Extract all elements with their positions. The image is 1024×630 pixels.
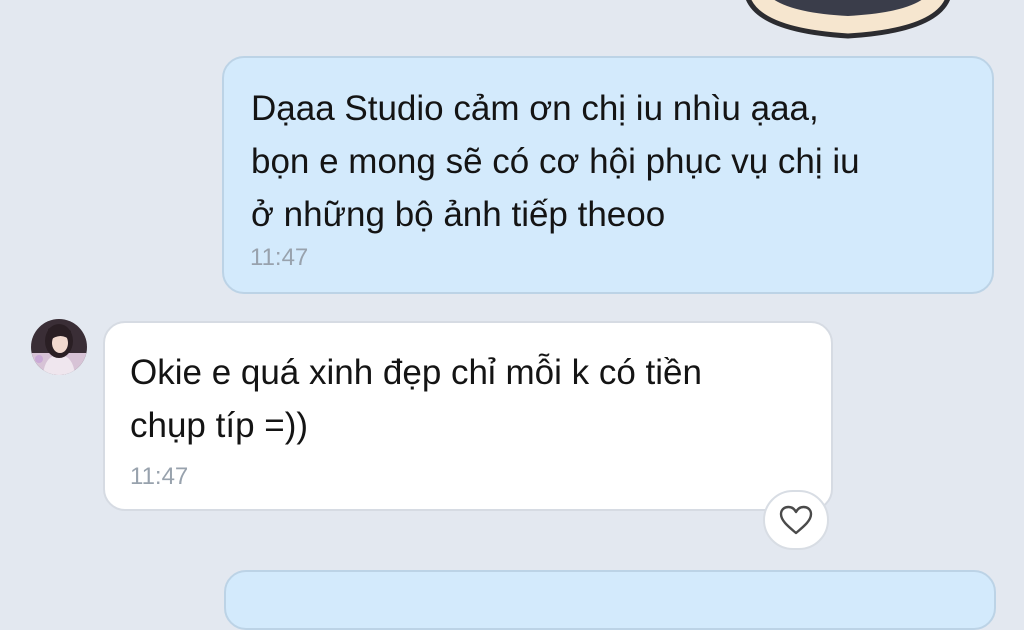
user-avatar[interactable] (31, 319, 87, 375)
sticker-image[interactable] (742, 0, 954, 42)
message-bubble-incoming[interactable]: Okie e quá xinh đẹp chỉ mỗi k có tiền ch… (103, 321, 833, 511)
message-bubble-outgoing[interactable]: Dạaa Studio cảm ơn chị iu nhìu ạaa, bọn … (222, 56, 994, 294)
message-timestamp: 11:47 (250, 244, 309, 271)
message-bubble-outgoing-partial[interactable] (224, 570, 996, 630)
message-text: Okie e quá xinh đẹp chỉ mỗi k có tiền ch… (130, 353, 702, 445)
message-timestamp: 11:47 (130, 463, 189, 490)
message-text: Dạaa Studio cảm ơn chị iu nhìu ạaa, bọn … (251, 89, 860, 234)
heart-outline-icon (779, 505, 813, 535)
react-button[interactable] (763, 490, 829, 550)
